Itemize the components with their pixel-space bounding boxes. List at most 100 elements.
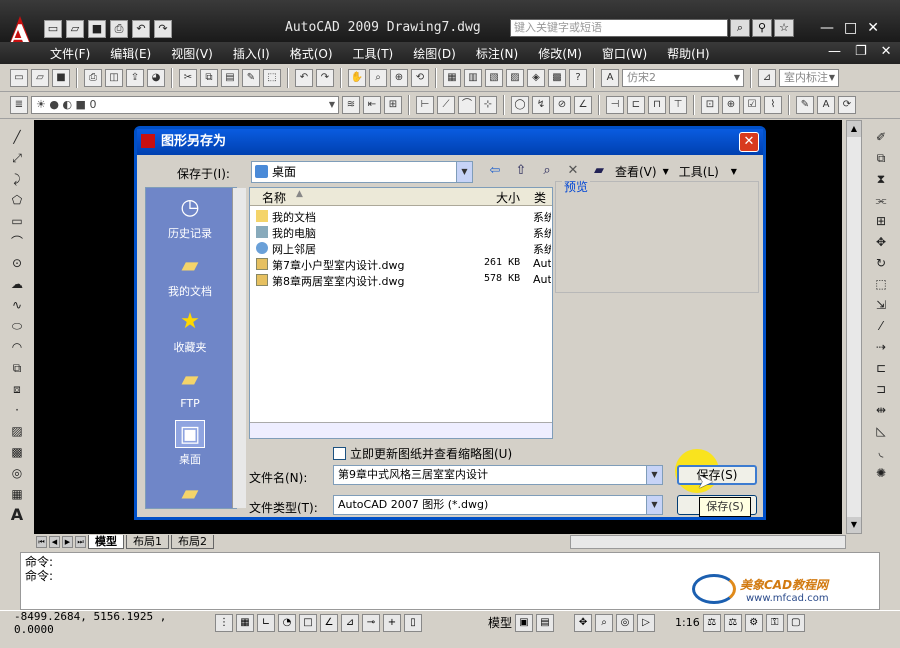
polyline-icon[interactable]: ⤸: [8, 170, 26, 188]
quick-view-layouts-icon[interactable]: ▣: [515, 613, 534, 632]
hatch-icon[interactable]: ▨: [8, 422, 26, 440]
undo-icon[interactable]: ↶: [295, 68, 313, 87]
open-folder-icon[interactable]: ▱: [66, 20, 84, 38]
zoom-window-icon[interactable]: ⊕: [390, 68, 408, 87]
dim-edit-icon[interactable]: ✎: [796, 96, 814, 114]
communication-center-icon[interactable]: ⚲: [752, 19, 772, 37]
match-properties-icon[interactable]: ✎: [242, 68, 260, 87]
views-dropdown-icon[interactable]: ▼: [663, 167, 669, 176]
insert-block-icon[interactable]: ⧉: [8, 359, 26, 377]
sheet-set-icon[interactable]: ▨: [506, 68, 524, 87]
dim-update-icon[interactable]: ⟳: [838, 96, 856, 114]
extend-icon[interactable]: ⇢: [872, 338, 890, 356]
region-icon[interactable]: ◎: [8, 464, 26, 482]
file-list-scrollbar[interactable]: [250, 422, 552, 438]
lock-icon[interactable]: ⚿: [765, 613, 784, 632]
menu-view[interactable]: 视图(V): [171, 45, 213, 62]
drawing-horizontal-scrollbar[interactable]: [570, 535, 846, 549]
search-input[interactable]: 键入关键字或短语: [510, 19, 728, 37]
quickcalc-icon[interactable]: ▩: [548, 68, 566, 87]
dyn-toggle-icon[interactable]: ⊸: [362, 613, 380, 632]
scroll-down-icon[interactable]: ▼: [847, 517, 861, 533]
make-block-icon[interactable]: ⧈: [8, 380, 26, 398]
dim-text-edit-icon[interactable]: A: [817, 96, 835, 114]
workspace-icon[interactable]: ⚙: [744, 613, 763, 632]
mirror-icon[interactable]: ⧗: [872, 170, 890, 188]
tab-model[interactable]: 模型: [88, 535, 124, 549]
auto-scale-icon[interactable]: ⚖: [723, 613, 742, 632]
grid-toggle-icon[interactable]: ▦: [236, 613, 254, 632]
clean-screen-icon[interactable]: ▢: [786, 613, 805, 632]
chevron-down-icon[interactable]: ▼: [646, 466, 662, 484]
up-one-level-icon[interactable]: ⇧: [511, 161, 531, 181]
new-file-icon[interactable]: ▭: [44, 20, 62, 38]
minimize-icon[interactable]: —: [820, 20, 834, 36]
plot-preview-icon[interactable]: ◫: [105, 68, 123, 87]
chevron-down-icon[interactable]: ▼: [456, 162, 472, 182]
annotation-visibility-icon[interactable]: ⚖: [702, 613, 721, 632]
quick-view-drawings-icon[interactable]: ▤: [536, 613, 555, 632]
file-row[interactable]: 我的电脑 系统: [250, 224, 552, 240]
linear-dim-icon[interactable]: ⊢: [416, 96, 434, 114]
scale-icon[interactable]: ⬚: [872, 275, 890, 293]
otrack-toggle-icon[interactable]: ∠: [320, 613, 338, 632]
place-buzzsaw[interactable]: ▰: [150, 480, 230, 511]
views-menu[interactable]: 查看(V): [615, 163, 657, 180]
arc-icon[interactable]: ⌒: [8, 233, 26, 251]
diameter-dim-icon[interactable]: ⊘: [553, 96, 571, 114]
layer-states-icon[interactable]: ⊞: [384, 96, 402, 114]
update-thumbnail-checkbox[interactable]: [333, 447, 346, 460]
ortho-toggle-icon[interactable]: ∟: [257, 613, 275, 632]
pan-icon[interactable]: ✋: [348, 68, 366, 87]
drawing-vertical-scrollbar[interactable]: ▲ ▼: [846, 120, 862, 534]
menu-insert[interactable]: 插入(I): [233, 45, 270, 62]
baseline-dim-icon[interactable]: ⊏: [627, 96, 645, 114]
zoom-realtime-icon[interactable]: ⌕: [369, 68, 387, 87]
line-icon[interactable]: ╱: [8, 128, 26, 146]
properties-icon[interactable]: ▦: [443, 68, 461, 87]
break-icon[interactable]: ⊐: [872, 380, 890, 398]
publish-icon[interactable]: ⇪: [126, 68, 144, 87]
filetype-select[interactable]: AutoCAD 2007 图形 (*.dwg) ▼: [333, 495, 663, 515]
file-row[interactable]: 第7章小户型室内设计.dwg 261 KB Aut: [250, 256, 552, 272]
redo-icon[interactable]: ↷: [316, 68, 334, 87]
polygon-icon[interactable]: ⬠: [8, 191, 26, 209]
make-current-icon[interactable]: ≋: [342, 96, 360, 114]
menu-tools[interactable]: 工具(T): [353, 45, 394, 62]
open-icon[interactable]: ▱: [31, 68, 49, 87]
places-scrollbar[interactable]: [232, 188, 246, 508]
center-mark-icon[interactable]: ⊕: [722, 96, 740, 114]
radius-dim-icon[interactable]: ◯: [511, 96, 529, 114]
layer-previous-icon[interactable]: ⇤: [363, 96, 381, 114]
menu-modify[interactable]: 修改(M): [538, 45, 582, 62]
print-icon[interactable]: ⎙: [110, 20, 128, 38]
column-type[interactable]: 类: [534, 189, 546, 206]
place-my-documents[interactable]: ▰ 我的文档: [150, 252, 230, 299]
dim-space-icon[interactable]: ⊤: [669, 96, 687, 114]
rotate-icon[interactable]: ↻: [872, 254, 890, 272]
copy-icon[interactable]: ⧉: [200, 68, 218, 87]
file-row[interactable]: 网上邻居 系统: [250, 240, 552, 256]
text-style-select[interactable]: 仿宋2: [622, 68, 744, 87]
tools-dropdown-icon[interactable]: ▼: [731, 167, 737, 176]
tab-layout1[interactable]: 布局1: [126, 535, 169, 549]
scroll-up-icon[interactable]: ▲: [847, 121, 861, 137]
showmotion-icon[interactable]: ▷: [637, 613, 656, 632]
copy-object-icon[interactable]: ⧉: [872, 149, 890, 167]
inspect-icon[interactable]: ☑: [743, 96, 761, 114]
text-style-icon[interactable]: A: [601, 68, 619, 87]
place-history[interactable]: ◷ 历史记录: [150, 194, 230, 241]
continue-dim-icon[interactable]: ⊓: [648, 96, 666, 114]
qnew-icon[interactable]: ▭: [10, 68, 28, 87]
dialog-title-bar[interactable]: 图形另存为 ✕: [137, 129, 763, 155]
offset-icon[interactable]: ⫘: [872, 191, 890, 209]
point-icon[interactable]: ·: [8, 401, 26, 419]
markup-icon[interactable]: ◈: [527, 68, 545, 87]
next-tab-icon[interactable]: ▶: [62, 536, 73, 548]
explode-icon[interactable]: ✺: [872, 464, 890, 482]
menu-edit[interactable]: 编辑(E): [110, 45, 151, 62]
erase-icon[interactable]: ✐: [872, 128, 890, 146]
trim-icon[interactable]: ⁄: [872, 317, 890, 335]
quick-dim-icon[interactable]: ⊣: [606, 96, 624, 114]
search-web-icon[interactable]: ⌕: [537, 161, 557, 181]
